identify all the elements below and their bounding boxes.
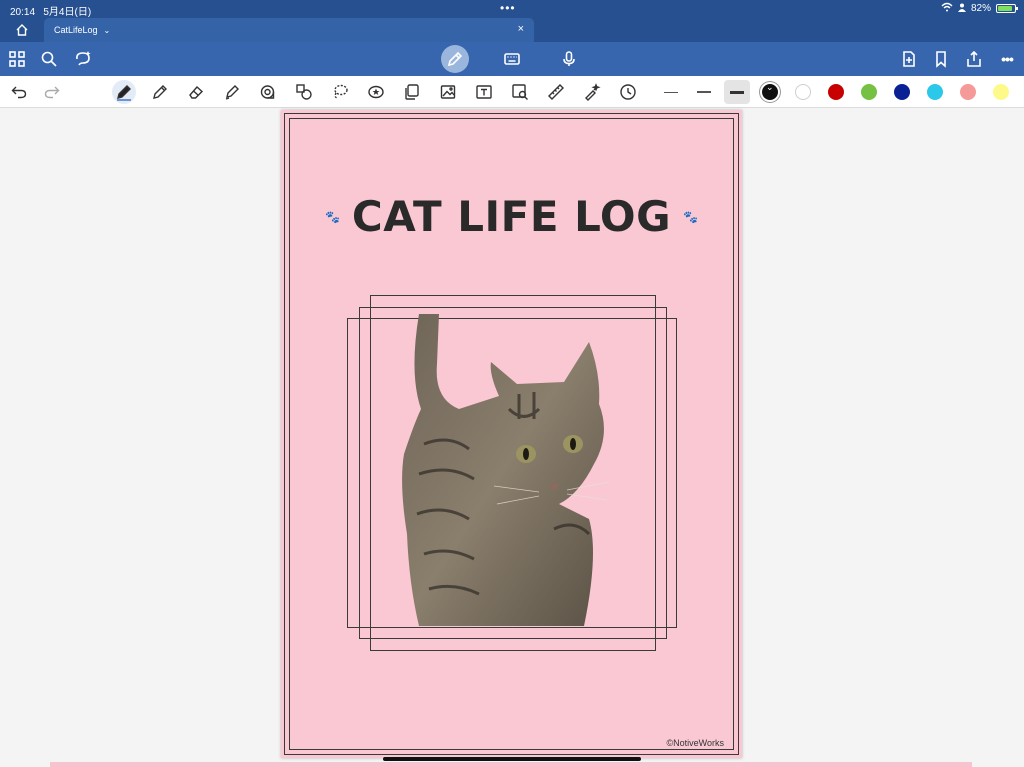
color-swatch-cyan[interactable] — [927, 84, 943, 100]
text-icon[interactable] — [472, 80, 496, 104]
thickness-medium[interactable] — [691, 80, 717, 104]
paw-print-icon: 🐾 — [324, 209, 340, 224]
page-title: CAT LIFE LOG — [351, 192, 672, 241]
app-bar: ••• — [0, 42, 1024, 76]
tab-catlifelog[interactable]: CatLifeLog ⌄ × — [44, 18, 534, 42]
battery-icon — [996, 4, 1018, 13]
paw-print-icon: 🐾 — [683, 209, 699, 224]
pencil-icon[interactable] — [148, 80, 172, 104]
undo-icon[interactable] — [7, 80, 31, 104]
notebook-page[interactable]: 🐾 CAT LIFE LOG 🐾 ©NotiveWorks — [281, 110, 742, 758]
color-swatch-pink[interactable] — [960, 84, 976, 100]
search-icon[interactable] — [36, 46, 62, 72]
close-icon[interactable]: × — [518, 23, 524, 35]
microphone-icon[interactable] — [556, 46, 582, 72]
tab-label: CatLifeLog — [54, 25, 98, 35]
color-swatch-yellow[interactable] — [993, 84, 1009, 100]
title-bar: 20:14 5月4日(日) ••• 82% CatLifeLog ⌄ × — [0, 0, 1024, 42]
grid-icon[interactable] — [4, 46, 30, 72]
chevron-down-icon[interactable]: ⌄ — [104, 26, 111, 35]
home-tab[interactable] — [0, 18, 44, 42]
date: 5月4日(日) — [43, 7, 92, 18]
battery-percent: 82% — [970, 3, 991, 14]
thickness-thin[interactable] — [658, 80, 684, 104]
status-time: 20:14 5月4日(日) — [10, 3, 91, 18]
add-page-icon[interactable] — [896, 46, 922, 72]
highlighter-icon[interactable] — [220, 80, 244, 104]
eraser-icon[interactable] — [184, 80, 208, 104]
color-swatch-green[interactable] — [861, 84, 877, 100]
color-swatch-white[interactable] — [795, 84, 811, 100]
shapes-icon[interactable] — [292, 80, 316, 104]
color-swatch-black[interactable] — [762, 82, 778, 100]
tape-icon[interactable] — [256, 80, 280, 104]
more-icon[interactable]: ••• — [994, 46, 1020, 72]
multitasking-dots-icon[interactable]: ••• — [500, 1, 516, 15]
status-indicators: 82% — [941, 2, 1018, 15]
pen-icon[interactable] — [112, 80, 136, 104]
lasso-icon[interactable] — [328, 80, 352, 104]
elements-icon[interactable] — [400, 80, 424, 104]
user-icon — [957, 3, 966, 15]
bookmark-icon[interactable] — [928, 46, 954, 72]
house-icon — [16, 24, 28, 36]
image-icon[interactable] — [436, 80, 460, 104]
color-swatch-navy[interactable] — [894, 84, 910, 100]
share-icon[interactable] — [961, 46, 987, 72]
sticker-icon[interactable] — [364, 80, 388, 104]
color-swatch-red[interactable] — [828, 84, 844, 100]
next-page-preview[interactable] — [50, 762, 972, 767]
laser-icon[interactable] — [580, 80, 604, 104]
title-row: 🐾 CAT LIFE LOG 🐾 — [281, 192, 742, 241]
tool-bar — [0, 76, 1024, 108]
thickness-thick[interactable] — [724, 80, 750, 104]
wifi-icon — [941, 2, 953, 15]
keyboard-icon[interactable] — [499, 46, 525, 72]
clock: 20:14 — [10, 7, 36, 18]
ruler-icon[interactable] — [544, 80, 568, 104]
pen-mode-icon[interactable] — [441, 45, 469, 73]
cat-photo — [402, 314, 610, 626]
copyright-text: ©NotiveWorks — [666, 738, 724, 748]
home-indicator[interactable] — [383, 757, 641, 761]
timer-icon[interactable] — [616, 80, 640, 104]
redo-icon[interactable] — [40, 80, 64, 104]
lasso-sparkle-icon[interactable] — [70, 46, 96, 72]
scan-icon[interactable] — [508, 80, 532, 104]
